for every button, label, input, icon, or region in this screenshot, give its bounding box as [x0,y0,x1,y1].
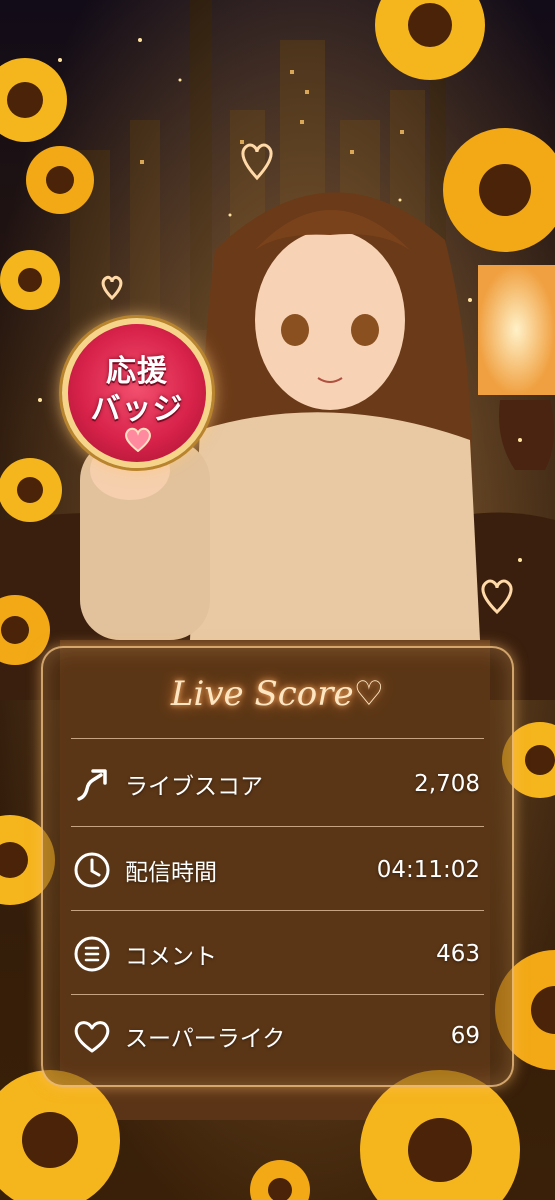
live-score-panel: Live Score♡ ライブスコア 2,708 配信時間 04:11:02 コ… [41,646,514,1087]
super-like-row: スーパーライク 69 [71,1008,480,1064]
stream-time-row: 配信時間 04:11:02 [71,842,480,898]
heart-icon [74,1021,110,1053]
row-value: 69 [450,1023,480,1049]
row-label: 配信時間 [125,860,217,886]
live-score-row: ライブスコア 2,708 [71,756,480,812]
row-label: ライブスコア [125,774,263,800]
row-value: 463 [436,941,480,967]
divider [71,994,484,995]
panel-title: Live Score♡ [170,674,385,714]
comment-row: コメント 463 [71,926,480,982]
row-value: 2,708 [414,771,480,797]
divider [71,826,484,827]
trending-up-arrow-icon [77,769,107,801]
row-label: スーパーライク [125,1026,286,1052]
divider [71,910,484,911]
comment-list-icon [74,936,110,972]
row-label: コメント [125,944,217,970]
badge-title-line2: バッジ [90,392,184,427]
row-value: 04:11:02 [376,857,480,883]
divider [71,738,484,739]
support-badge[interactable]: 応援 バッジ [62,318,212,468]
clock-icon [74,852,110,888]
heart-icon [125,427,151,452]
